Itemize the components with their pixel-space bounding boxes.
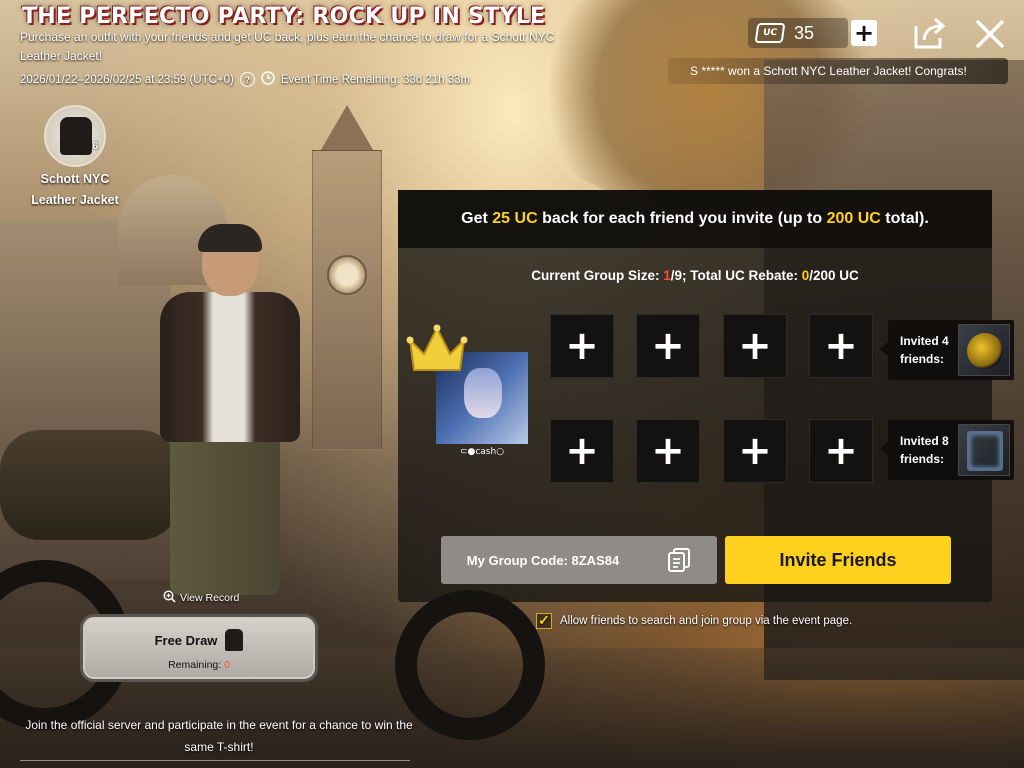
header-text-mid: back for each friend you invite (up to xyxy=(537,210,827,227)
clock-icon xyxy=(261,71,275,88)
allow-search-checkbox[interactable]: ✓ xyxy=(536,613,552,629)
remaining-value: 0 xyxy=(224,659,230,671)
group-code: My Group Code: 8ZAS84 xyxy=(466,552,620,568)
event-description: Purchase an outfit with your friends and… xyxy=(20,30,555,63)
footer-note: Join the official server and participate… xyxy=(25,718,413,754)
help-icon[interactable]: ? xyxy=(239,72,255,87)
character-cap xyxy=(198,224,262,252)
reward-tier-8[interactable]: Invited 8 friends: xyxy=(880,420,1014,480)
invite-slot-6[interactable]: + xyxy=(636,419,700,483)
invite-slot-8[interactable]: + xyxy=(809,419,873,483)
view-record-label: View Record xyxy=(180,592,240,604)
invite-slot-2[interactable]: + xyxy=(636,314,700,378)
uc-currency-icon: UC xyxy=(754,23,786,43)
share-icon[interactable] xyxy=(910,14,948,52)
header-uc-max: 200 UC xyxy=(826,210,881,227)
frame-reward-icon xyxy=(958,424,1010,476)
event-time-remaining: Event Time Remaining: 33d 21h 33m xyxy=(280,73,471,86)
uc-amount: 35 xyxy=(794,22,815,43)
free-draw-button[interactable]: Free Draw Remaining: 0 xyxy=(80,614,318,682)
prize-name: Schott NYC Leather Jacket xyxy=(31,172,119,207)
group-size-info: Current Group Size: 1/9; Total UC Rebate… xyxy=(398,268,992,283)
helmet-reward-icon xyxy=(958,324,1010,376)
prize-display[interactable]: 6 Schott NYC Leather Jacket xyxy=(20,105,130,211)
group-size-label: Current Group Size: xyxy=(531,268,664,283)
free-draw-label: Free Draw xyxy=(154,632,218,648)
character-legs xyxy=(170,435,280,595)
copy-icon[interactable] xyxy=(667,547,691,573)
clock-tower-spire xyxy=(318,105,376,155)
prize-count: 6 xyxy=(92,141,98,152)
invite-slot-4[interactable]: + xyxy=(809,314,873,378)
jacket-prize-icon: 6 xyxy=(44,105,106,167)
invite-panel: Get 25 UC back for each friend you invit… xyxy=(398,190,1014,602)
avatar-face xyxy=(464,368,502,418)
clock-face xyxy=(327,255,367,295)
close-icon[interactable] xyxy=(970,14,1010,54)
invite-slot-7[interactable]: + xyxy=(723,419,787,483)
character-model xyxy=(150,224,300,595)
rebate-max: /200 UC xyxy=(809,268,859,283)
allow-search-label: Allow friends to search and join group v… xyxy=(560,615,853,627)
invite-slot-1[interactable]: + xyxy=(550,314,614,378)
reward-tier-8-label: Invited 8 friends: xyxy=(900,434,949,466)
view-record-link[interactable]: View Record xyxy=(163,590,239,606)
reward-tier-4[interactable]: Invited 4 friends: xyxy=(880,320,1014,380)
panel-header: Get 25 UC back for each friend you invit… xyxy=(398,190,992,248)
magnifier-icon xyxy=(163,590,176,606)
free-draw-remaining: Remaining: 0 xyxy=(83,659,315,671)
clock-tower xyxy=(312,150,382,450)
invite-slot-5[interactable]: + xyxy=(550,419,614,483)
remaining-label: Remaining: xyxy=(168,659,225,671)
uc-balance: UC 35 xyxy=(748,18,848,48)
event-date-row: 2026/01/22–2026/02/25 at 23:59 (UTC+0) ?… xyxy=(20,71,470,88)
allow-search-option[interactable]: ✓ Allow friends to search and join group… xyxy=(536,613,852,629)
event-dates: 2026/01/22–2026/02/25 at 23:59 (UTC+0) xyxy=(20,73,234,86)
group-size-value: 1 xyxy=(663,268,671,283)
reward-tier-4-label: Invited 4 friends: xyxy=(900,334,949,366)
jacket-icon xyxy=(60,117,92,155)
add-uc-button[interactable]: + xyxy=(851,19,877,47)
free-draw-title-row: Free Draw xyxy=(83,629,315,651)
header-text-post: total). xyxy=(880,210,929,227)
footer-divider xyxy=(20,760,410,761)
header-uc-per-friend: 25 UC xyxy=(492,210,538,227)
header-text-pre: Get xyxy=(461,210,493,227)
crown-icon xyxy=(406,322,468,382)
rebate-label: /9; Total UC Rebate: xyxy=(670,268,802,283)
character-torso xyxy=(160,292,300,442)
jacket-icon xyxy=(225,629,244,651)
event-title: THE PERFECTO PARTY: ROCK UP IN STYLE xyxy=(22,4,546,29)
leader-name: ⊂●cash○ xyxy=(459,447,505,457)
group-code-box[interactable]: My Group Code: 8ZAS84 xyxy=(441,536,717,584)
winner-ticker: S ***** won a Schott NYC Leather Jacket!… xyxy=(668,58,1008,84)
invite-slot-3[interactable]: + xyxy=(723,314,787,378)
invite-friends-button[interactable]: Invite Friends xyxy=(725,536,951,584)
